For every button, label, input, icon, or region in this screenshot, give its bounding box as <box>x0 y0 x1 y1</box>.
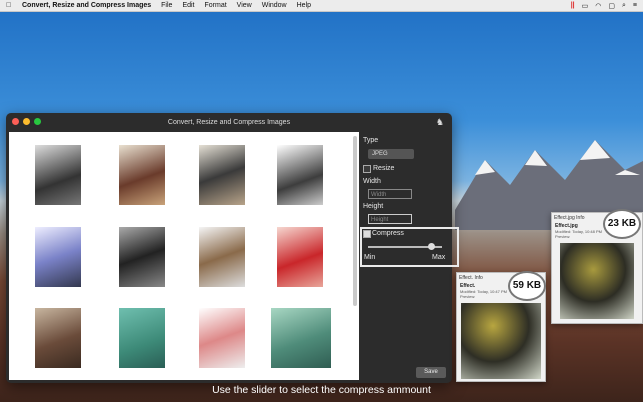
menu-help[interactable]: Help <box>297 2 311 9</box>
menu-format[interactable]: Format <box>205 2 227 9</box>
width-field[interactable]: Width <box>368 189 412 199</box>
close-button[interactable] <box>12 118 19 125</box>
window-title: Convert, Resize and Compress Images <box>167 118 291 126</box>
type-label: Type <box>363 137 379 144</box>
menu-bar:  Convert, Resize and Compress Images Fi… <box>0 0 643 12</box>
minimize-button[interactable] <box>23 118 30 125</box>
thumbnail[interactable] <box>277 227 323 287</box>
thumbnail[interactable] <box>35 145 81 205</box>
thumbnail[interactable] <box>35 308 81 368</box>
resize-label: Resize <box>373 165 395 172</box>
thumbnail[interactable] <box>199 145 245 205</box>
caption-text: Use the slider to select the compress am… <box>212 384 431 396</box>
width-label: Width <box>363 178 381 185</box>
thumbnail[interactable] <box>119 308 165 368</box>
thumbnail[interactable] <box>35 227 81 287</box>
resize-checkbox[interactable] <box>363 165 371 173</box>
type-select[interactable]: JPEG <box>368 149 414 159</box>
scrollbar[interactable] <box>353 136 357 306</box>
size-badge-small: 59 KB <box>508 271 546 301</box>
thumbnail[interactable] <box>119 227 165 287</box>
size-badge-large: 23 KB <box>603 209 641 239</box>
image-grid <box>9 132 359 380</box>
height-label: Height <box>363 203 384 210</box>
main-window: Convert, Resize and Compress Images ♞ Ty… <box>6 113 459 383</box>
zoom-button[interactable] <box>34 118 41 125</box>
display-icon[interactable]: ▢ <box>608 2 615 10</box>
app-menu[interactable]: Convert, Resize and Compress Images <box>22 2 151 9</box>
save-button[interactable]: Save <box>416 367 446 378</box>
airplay-icon[interactable]: ▭ <box>582 2 589 10</box>
wifi-icon[interactable]: ◠ <box>595 2 601 10</box>
menu-file[interactable]: File <box>161 2 172 9</box>
pause-icon[interactable]: || <box>571 2 575 9</box>
menu-view[interactable]: View <box>237 2 252 9</box>
thumbnail[interactable] <box>271 308 331 368</box>
height-field[interactable]: Height <box>368 214 412 224</box>
thumbnail[interactable] <box>199 227 245 287</box>
apple-icon[interactable]:  <box>6 2 14 9</box>
title-bar: Convert, Resize and Compress Images ♞ <box>6 113 452 131</box>
list-icon[interactable]: ≡ <box>633 2 637 9</box>
thumbnail[interactable] <box>199 308 245 368</box>
thumbnail[interactable] <box>277 145 323 205</box>
search-icon[interactable]: ⌕ <box>622 2 626 10</box>
preview-image <box>560 243 634 319</box>
compress-highlight <box>360 227 459 267</box>
thumbnail[interactable] <box>119 145 165 205</box>
menu-window[interactable]: Window <box>262 2 287 9</box>
preview-image <box>461 303 541 379</box>
menu-edit[interactable]: Edit <box>182 2 194 9</box>
horse-logo-icon: ♞ <box>435 117 444 127</box>
